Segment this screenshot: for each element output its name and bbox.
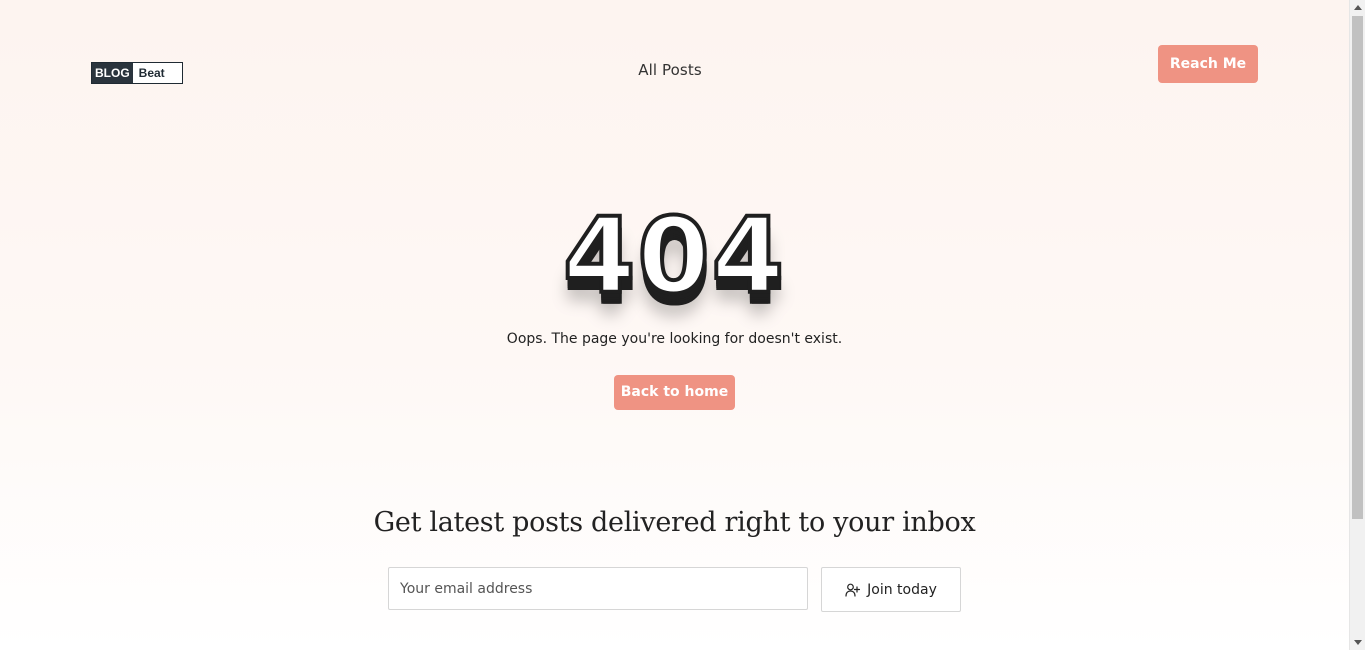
page-scrollbar[interactable]	[1349, 0, 1365, 650]
error-message: Oops. The page you're looking for doesn'…	[506, 331, 843, 347]
site-logo[interactable]: BLOG Beat	[91, 62, 183, 84]
user-plus-icon	[845, 583, 861, 597]
scroll-thumb[interactable]	[1352, 16, 1363, 519]
logo-blog-text: BLOG	[92, 63, 133, 83]
scroll-up-arrow-icon[interactable]	[1354, 5, 1362, 10]
scroll-down-arrow-icon[interactable]	[1354, 640, 1362, 645]
newsletter-title: Get latest posts delivered right to your…	[373, 507, 976, 538]
back-to-home-button[interactable]: Back to home	[614, 375, 735, 410]
logo-beat-text: Beat	[132, 63, 182, 83]
email-input[interactable]	[388, 567, 808, 610]
join-today-button[interactable]: Join today	[821, 567, 961, 612]
reach-me-button[interactable]: Reach Me	[1158, 45, 1258, 83]
join-today-label: Join today	[867, 581, 937, 598]
nav-all-posts-link[interactable]: All Posts	[620, 61, 720, 79]
error-code: 404	[561, 194, 787, 318]
